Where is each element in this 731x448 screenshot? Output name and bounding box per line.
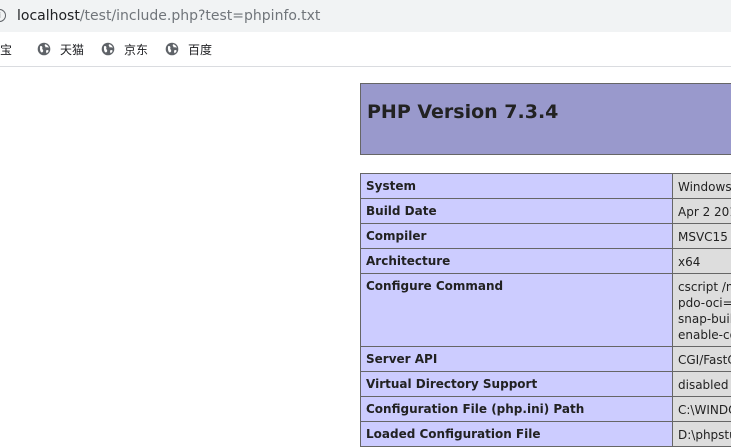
table-row: Configuration File (php.ini) Path C:\WIN… bbox=[360, 396, 731, 422]
value-line: cscript /n bbox=[678, 280, 731, 294]
row-value: C:\WINDO bbox=[672, 396, 731, 422]
url-path: /test/include.php?test=phpinfo.txt bbox=[79, 8, 321, 24]
value-line: enable-co bbox=[678, 328, 731, 342]
row-key: Loaded Configuration File bbox=[360, 421, 673, 447]
bookmark-tmall[interactable]: 天猫 bbox=[37, 40, 84, 58]
table-row: Configure Command cscript /n pdo-oci= sn… bbox=[360, 273, 731, 347]
globe-icon bbox=[37, 42, 51, 56]
table-row: Compiler MSVC15 ( bbox=[360, 223, 731, 249]
url-host: localhost bbox=[17, 8, 80, 24]
table-row: Server API CGI/FastC bbox=[360, 346, 731, 372]
row-value-multiline: cscript /n pdo-oci= snap-buil enable-co bbox=[672, 273, 731, 347]
row-key: Compiler bbox=[360, 223, 673, 249]
value-line: pdo-oci= bbox=[678, 296, 731, 310]
row-value: Windows bbox=[672, 173, 731, 199]
row-value: x64 bbox=[672, 248, 731, 274]
row-value: Apr 2 201 bbox=[672, 198, 731, 224]
info-icon[interactable]: i bbox=[0, 9, 6, 22]
table-row: System Windows bbox=[360, 173, 731, 199]
bookmark-taobao[interactable]: 淘宝 bbox=[0, 40, 12, 58]
row-value: CGI/FastC bbox=[672, 346, 731, 372]
row-key: System bbox=[360, 173, 673, 199]
bookmark-label: 淘宝 bbox=[0, 42, 13, 57]
table-row: Loaded Configuration File D:\phpstu bbox=[360, 421, 731, 447]
table-row: Architecture x64 bbox=[360, 248, 731, 274]
globe-icon bbox=[165, 42, 179, 56]
globe-icon bbox=[101, 42, 115, 56]
row-key: Build Date bbox=[360, 198, 673, 224]
address-bar[interactable]: i localhost/test/include.php?test=phpinf… bbox=[0, 0, 731, 32]
table-row: Virtual Directory Support disabled bbox=[360, 371, 731, 397]
row-value: MSVC15 ( bbox=[672, 223, 731, 249]
bookmark-baidu[interactable]: 百度 bbox=[165, 40, 212, 58]
row-key: Configuration File (php.ini) Path bbox=[360, 396, 673, 422]
row-value: disabled bbox=[672, 371, 731, 397]
bookmark-label: 天猫 bbox=[60, 42, 85, 57]
row-key: Architecture bbox=[360, 248, 673, 274]
url-field[interactable]: localhost/test/include.php?test=phpinfo.… bbox=[17, 7, 320, 25]
row-key: Configure Command bbox=[360, 273, 673, 347]
bookmark-label: 京东 bbox=[124, 42, 149, 57]
row-key: Virtual Directory Support bbox=[360, 371, 673, 397]
bookmark-jd[interactable]: 京东 bbox=[101, 40, 148, 58]
value-line: snap-buil bbox=[678, 312, 731, 326]
bookmarks-bar: 淘宝 天猫 京东 百度 bbox=[0, 32, 731, 67]
row-value: D:\phpstu bbox=[672, 421, 731, 447]
php-info-table: System Windows Build Date Apr 2 201 Comp… bbox=[360, 173, 731, 447]
bookmark-label: 百度 bbox=[188, 42, 213, 57]
row-key: Server API bbox=[360, 346, 673, 372]
php-version-header: PHP Version 7.3.4 bbox=[360, 83, 731, 155]
table-row: Build Date Apr 2 201 bbox=[360, 198, 731, 224]
page-title: PHP Version 7.3.4 bbox=[367, 101, 559, 123]
